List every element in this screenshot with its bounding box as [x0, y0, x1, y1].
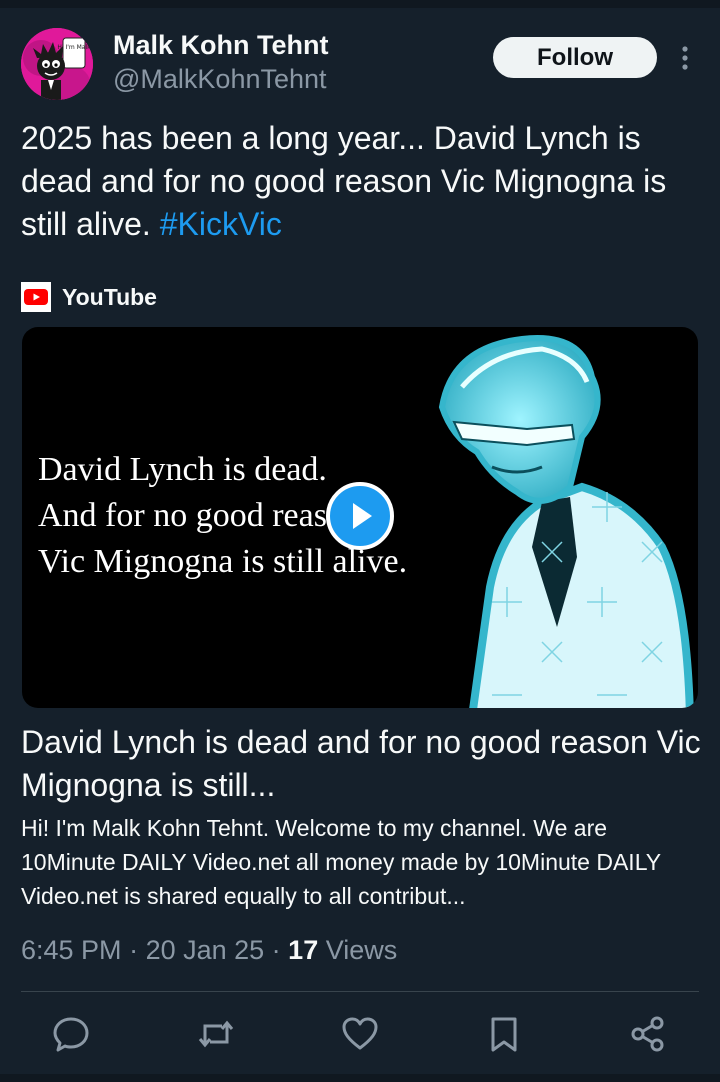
meta-separator: · [121, 935, 146, 965]
avatar-image: Hi I'm Malk [21, 28, 93, 100]
top-divider [0, 0, 720, 8]
thumbnail-caption: David Lynch is dead. And for no good rea… [38, 447, 478, 585]
thumbnail-line: And for no good reason [38, 497, 361, 534]
thumbnail-line: Vic Mignogna is still alive. [38, 543, 408, 580]
heart-icon[interactable] [340, 1014, 380, 1054]
play-button[interactable] [326, 482, 394, 550]
bookmark-icon[interactable] [484, 1014, 524, 1054]
share-icon[interactable] [628, 1014, 668, 1054]
thumbnail-line: David Lynch is dead. [38, 451, 327, 488]
tweet-date[interactable]: 20 Jan 25 [146, 935, 265, 965]
author-display-name[interactable]: Malk Kohn Tehnt [113, 30, 329, 61]
tweet-body: 2025 has been a long year... David Lynch… [21, 120, 667, 242]
tweet-time[interactable]: 6:45 PM [21, 935, 122, 965]
card-source[interactable]: YouTube [21, 281, 157, 313]
card-description[interactable]: Hi! I'm Malk Kohn Tehnt. Welcome to my c… [21, 811, 701, 913]
views-count: 17 [288, 935, 319, 965]
reply-icon[interactable] [51, 1014, 91, 1054]
action-divider [21, 991, 699, 992]
youtube-icon [21, 282, 51, 312]
retweet-icon[interactable] [196, 1014, 236, 1054]
card-source-label: YouTube [62, 283, 157, 310]
author-handle[interactable]: @MalkKohnTehnt [113, 64, 327, 95]
play-icon [353, 503, 372, 529]
hashtag-link[interactable]: #KickVic [160, 206, 282, 242]
more-vertical-icon[interactable] [676, 44, 694, 72]
video-thumbnail[interactable]: David Lynch is dead. And for no good rea… [22, 327, 698, 708]
views-label: Views [318, 935, 398, 965]
card-title[interactable]: David Lynch is dead and for no good reas… [21, 721, 701, 807]
tweet-text: 2025 has been a long year... David Lynch… [21, 117, 701, 246]
meta-separator: · [264, 935, 289, 965]
bottom-divider [0, 1074, 720, 1082]
avatar[interactable]: Hi I'm Malk [21, 28, 93, 100]
follow-button[interactable]: Follow [493, 37, 657, 78]
tweet-meta: 6:45 PM · 20 Jan 25 · 17 Views [21, 935, 397, 966]
